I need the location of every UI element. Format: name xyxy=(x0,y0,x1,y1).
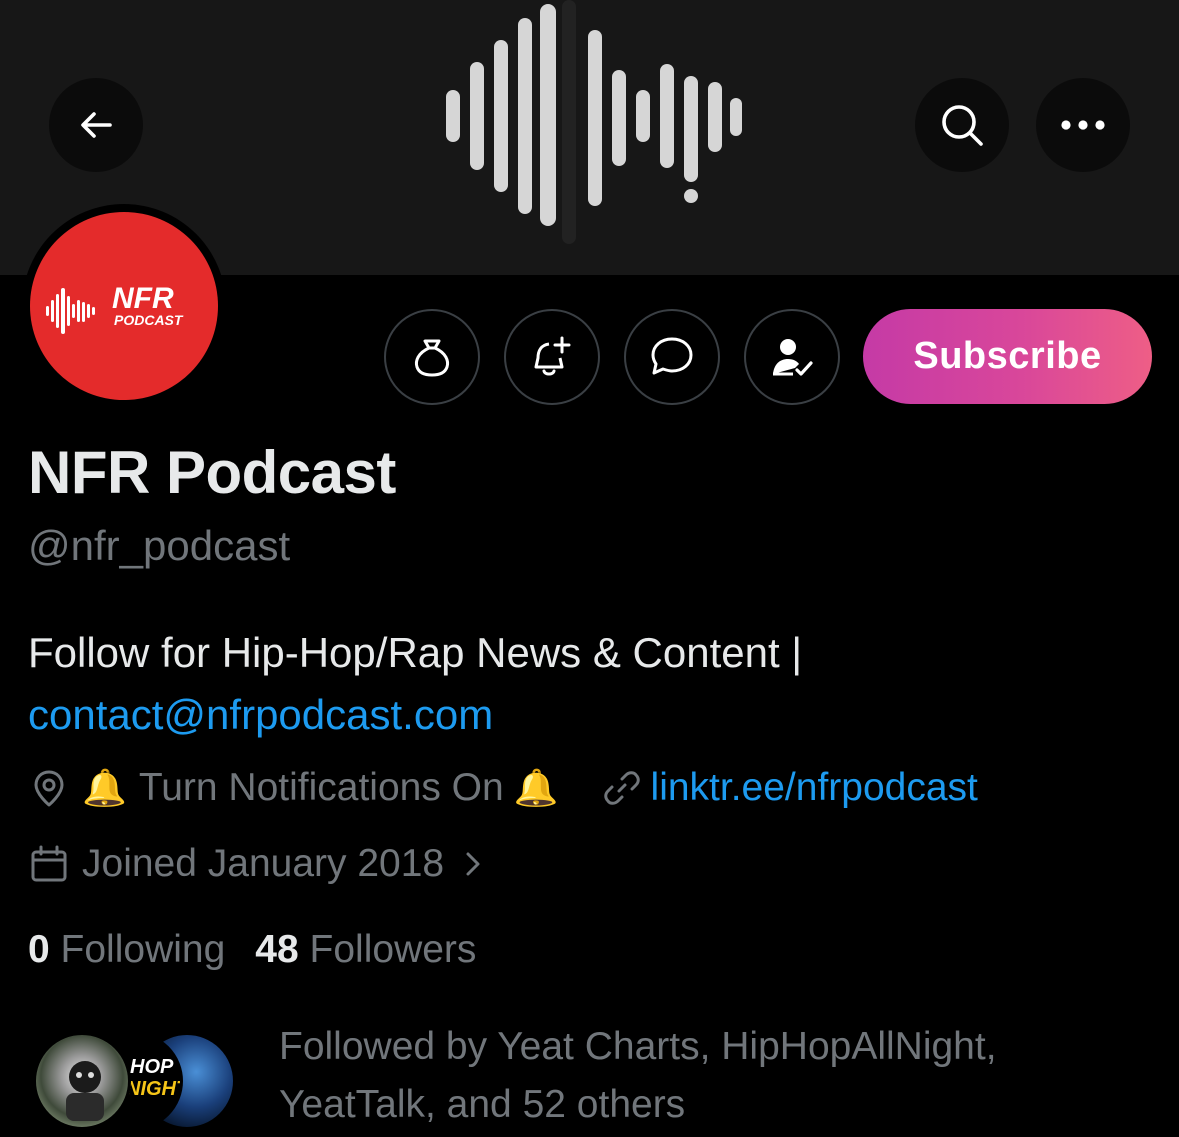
followed-by-text[interactable]: Followed by Yeat Charts, HipHopAllNight,… xyxy=(279,1018,1139,1134)
following-stat[interactable]: 0 Following xyxy=(28,928,225,972)
profile-location: Turn Notifications On xyxy=(138,766,504,809)
logo-text-main: NFR xyxy=(112,282,174,315)
followed-by-avatars[interactable]: HOP NIGHT xyxy=(33,1032,253,1132)
profile-location-row: 🔔 Turn Notifications On 🔔 linktr.ee/nfrp… xyxy=(28,766,978,810)
notifications-button[interactable] xyxy=(504,309,600,405)
bell-plus-icon xyxy=(534,336,571,376)
waveform-graphic xyxy=(446,0,742,244)
logo-text-sub: PODCAST xyxy=(114,312,184,328)
followers-count: 48 xyxy=(255,928,299,971)
follower-avatar-2-text-bottom: NIGHT xyxy=(126,1078,183,1100)
back-button[interactable] xyxy=(49,78,143,172)
more-horizontal-icon xyxy=(1061,120,1105,130)
link-icon xyxy=(603,771,640,805)
chat-bubble-icon xyxy=(651,337,693,375)
bio-email-link[interactable]: contact@nfrpodcast.com xyxy=(28,684,1148,746)
bell-emoji-left: 🔔 xyxy=(82,767,127,808)
chevron-right-icon xyxy=(466,852,480,876)
profile-handle: @nfr_podcast xyxy=(28,522,291,569)
followers-stat[interactable]: 48 Followers xyxy=(255,928,476,972)
bell-emoji-right: 🔔 xyxy=(513,767,559,808)
more-button[interactable] xyxy=(1036,78,1130,172)
joined-date: Joined January 2018 xyxy=(82,842,445,885)
following-count: 0 xyxy=(28,928,50,971)
profile-name: NFR Podcast xyxy=(28,439,396,506)
profile-avatar[interactable]: NFR PODCAST xyxy=(22,204,226,408)
arrow-left-icon xyxy=(81,112,112,138)
followed-by-line-2: YeatTalk, and 52 others xyxy=(279,1083,686,1126)
profile-stats: 0 Following 48 Followers xyxy=(28,928,476,972)
joined-row[interactable]: Joined January 2018 xyxy=(28,842,486,886)
followed-by-line-1: Followed by Yeat Charts, HipHopAllNight, xyxy=(279,1025,997,1068)
profile-bio: Follow for Hip-Hop/Rap News & Content | … xyxy=(28,622,1148,746)
followers-label: Followers xyxy=(309,928,477,971)
person-check-icon xyxy=(773,339,813,376)
follower-avatar-2-text-top: HOP xyxy=(130,1056,174,1078)
money-bag-icon xyxy=(414,339,450,377)
location-pin-icon xyxy=(34,770,64,807)
subscribe-button[interactable]: Subscribe xyxy=(863,309,1152,404)
message-button[interactable] xyxy=(624,309,720,405)
profile-website-link[interactable]: linktr.ee/nfrpodcast xyxy=(651,766,978,810)
following-label: Following xyxy=(60,928,226,971)
nfr-logo-graphic: NFR PODCAST xyxy=(46,282,184,334)
search-icon xyxy=(942,105,983,146)
calendar-icon xyxy=(31,845,67,882)
tip-button[interactable] xyxy=(384,309,480,405)
bio-text: Follow for Hip-Hop/Rap News & Content | xyxy=(28,629,803,676)
follower-avatar-1 xyxy=(33,1032,131,1130)
search-button[interactable] xyxy=(915,78,1009,172)
following-button[interactable] xyxy=(744,309,840,405)
nfr-logo: NFR PODCAST xyxy=(30,212,218,400)
